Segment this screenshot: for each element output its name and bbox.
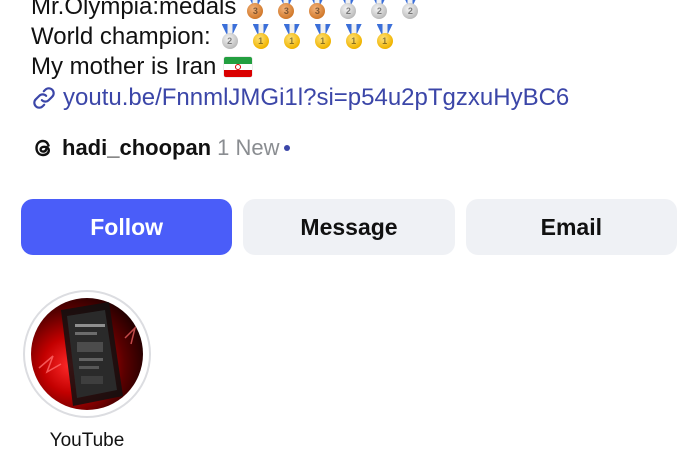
profile-bio: Mr.Olympia:medals 3 3 3 2 2 2 World cham… — [31, 0, 671, 82]
email-button[interactable]: Email — [465, 199, 677, 255]
highlight-thumbnail-art — [38, 302, 137, 406]
highlight-thumbnail[interactable] — [31, 298, 143, 410]
olympia-medals: 3 3 3 2 2 2 — [244, 0, 421, 20]
medal-2nd-icon: 2 — [368, 0, 390, 20]
bio-line-world-champion: World champion: 2 1 1 1 1 1 — [31, 22, 671, 52]
medal-2nd-icon: 2 — [337, 0, 359, 20]
medal-2nd-icon: 2 — [399, 0, 421, 20]
medal-3rd-icon: 3 — [306, 0, 328, 20]
threads-new-count: 1 New — [217, 135, 280, 160]
threads-icon — [35, 139, 51, 157]
medal-3rd-icon: 3 — [244, 0, 266, 20]
threads-username: hadi_choopan — [62, 135, 212, 160]
champion-medals: 2 1 1 1 1 1 — [219, 24, 396, 50]
medal-1st-icon: 1 — [374, 24, 396, 50]
bio-line-iran: My mother is Iran — [31, 52, 671, 82]
medal-1st-icon: 1 — [250, 24, 272, 50]
medal-2nd-icon: 2 — [219, 24, 241, 50]
link-icon — [33, 87, 55, 109]
follow-button[interactable]: Follow — [21, 199, 233, 255]
bio-line-olympia-medals: Mr.Olympia:medals 3 3 3 2 2 2 — [31, 0, 671, 22]
bio-iran-text: My mother is Iran — [31, 53, 217, 80]
story-highlight-youtube[interactable]: YouTube — [21, 290, 153, 452]
medal-1st-icon: 1 — [343, 24, 365, 50]
highlight-ring[interactable] — [23, 290, 151, 418]
bio-link[interactable]: youtu.be/FnnmlJMGi1l?si=p54u2pTgzxuHyBC6 — [31, 83, 569, 113]
medal-1st-icon: 1 — [281, 24, 303, 50]
highlight-label: YouTube — [49, 430, 125, 451]
medal-1st-icon: 1 — [312, 24, 334, 50]
iran-flag-icon — [224, 57, 253, 77]
bio-olympia-text: Mr.Olympia:medals — [31, 0, 237, 20]
bio-link-text[interactable]: youtu.be/FnnmlJMGi1l?si=p54u2pTgzxuHyBC6 — [63, 83, 569, 113]
profile-actions: Follow Message Email — [21, 199, 677, 255]
threads-badge[interactable]: hadi_choopan 1 New — [31, 133, 291, 163]
threads-unread-dot — [284, 145, 291, 151]
bio-champion-text: World champion: — [31, 23, 211, 50]
medal-3rd-icon: 3 — [275, 0, 297, 20]
message-button[interactable]: Message — [243, 199, 455, 255]
